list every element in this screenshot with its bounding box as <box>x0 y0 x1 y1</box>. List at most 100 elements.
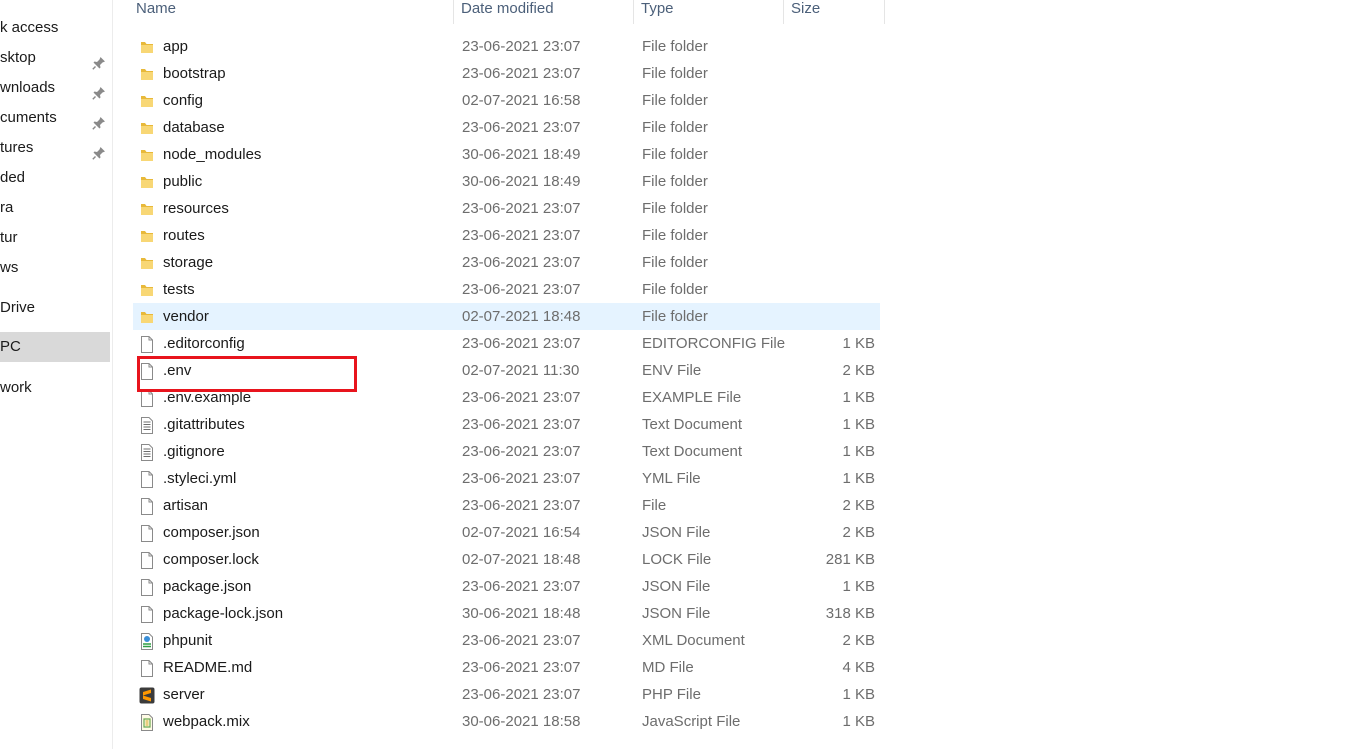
sidebar-item-document[interactable]: cuments <box>0 103 110 133</box>
file-row[interactable]: package.json 23-06-2021 23:07 JSON File 1 K… <box>133 573 880 600</box>
pin-icon[interactable] <box>92 141 106 160</box>
folder-row[interactable]: public 30-06-2021 18:49 File folder <box>133 168 880 195</box>
column-header-date[interactable]: Date modified <box>453 0 634 24</box>
file-name: composer.json <box>163 524 260 541</box>
column-header-name-label: Name <box>136 0 177 17</box>
file-type: File folder <box>642 173 708 190</box>
column-header-size[interactable]: Size <box>783 0 885 24</box>
sidebar-item-cloud[interactable]: Drive <box>0 293 110 323</box>
file-row[interactable]: composer.json 02-07-2021 16:54 JSON File 2 … <box>133 519 880 546</box>
file-row[interactable]: .gitattributes 23-06-2021 23:07 Text Docum… <box>133 411 880 438</box>
file-row[interactable]: .styleci.yml 23-06-2021 23:07 YML File 1 KB <box>133 465 880 492</box>
file-icon <box>139 605 155 623</box>
pin-icon[interactable] <box>92 51 106 70</box>
pin-icon[interactable] <box>92 81 106 100</box>
sidebar-item-network[interactable]: work <box>0 373 110 403</box>
xml-file-icon <box>139 632 155 650</box>
file-row[interactable]: .gitignore 23-06-2021 23:07 Text Document 1… <box>133 438 880 465</box>
sidebar-item-label: k access <box>0 19 59 36</box>
file-icon <box>139 578 155 596</box>
sidebar-item-desktop[interactable]: sktop <box>0 43 110 73</box>
file-size: 2 KB <box>842 632 875 649</box>
file-name: config <box>163 92 204 109</box>
file-row[interactable]: server 23-06-2021 23:07 PHP File 1 KB <box>133 681 880 708</box>
folder-row[interactable]: database 23-06-2021 23:07 File folder <box>133 114 880 141</box>
file-row[interactable]: composer.lock 02-07-2021 18:48 LOCK File 28… <box>133 546 880 573</box>
navigation-pane: k access sktop wnloads cuments tures ded ra tur… <box>0 0 113 749</box>
sidebar-item-label: ra <box>0 199 14 216</box>
folder-icon <box>139 38 155 55</box>
file-name: .gitignore <box>163 443 225 460</box>
folder-row[interactable]: resources 23-06-2021 23:07 File folder <box>133 195 880 222</box>
sidebar-item-label: work <box>0 379 32 396</box>
file-name: resources <box>163 200 229 217</box>
file-name: webpack.mix <box>163 713 250 730</box>
date-modified: 23-06-2021 23:07 <box>462 335 581 352</box>
file-row[interactable]: .editorconfig 23-06-2021 23:07 EDITORCONFI… <box>133 330 880 357</box>
file-row[interactable]: artisan 23-06-2021 23:07 File 2 KB <box>133 492 880 519</box>
file-size: 1 KB <box>842 470 875 487</box>
file-type: File folder <box>642 65 708 82</box>
file-name: README.md <box>163 659 253 676</box>
date-modified: 23-06-2021 23:07 <box>462 443 581 460</box>
column-header-name[interactable]: Name <box>112 0 454 24</box>
file-size: 318 KB <box>825 605 875 622</box>
file-name: public <box>163 173 203 190</box>
folder-icon <box>139 92 155 109</box>
sidebar-item-computer[interactable]: PC <box>0 332 110 362</box>
text-file-icon <box>139 416 155 434</box>
sidebar-item-label: sktop <box>0 49 36 66</box>
folder-row[interactable]: tests 23-06-2021 23:07 File folder <box>133 276 880 303</box>
file-row[interactable]: phpunit 23-06-2021 23:07 XML Document 2 KB <box>133 627 880 654</box>
file-size: 1 KB <box>842 578 875 595</box>
folder-row[interactable]: app 23-06-2021 23:07 File folder <box>133 33 880 60</box>
column-headers: Name Date modified Type Size <box>112 0 886 26</box>
file-size: 1 KB <box>842 416 875 433</box>
file-icon <box>139 551 155 569</box>
column-header-type[interactable]: Type <box>633 0 784 24</box>
file-type: File folder <box>642 308 708 325</box>
file-name: .gitattributes <box>163 416 245 433</box>
folder-row[interactable]: vendor 02-07-2021 18:48 File folder <box>133 303 880 330</box>
file-type: ENV File <box>642 362 702 379</box>
sidebar-item-folder[interactable]: ra <box>0 193 110 223</box>
sidebar-item-folder[interactable]: tur <box>0 223 110 253</box>
file-type: File <box>642 497 667 514</box>
column-header-size-label: Size <box>791 0 821 17</box>
file-row[interactable]: webpack.mix 30-06-2021 18:58 JavaScript Fi… <box>133 708 880 735</box>
file-size: 1 KB <box>842 443 875 460</box>
date-modified: 02-07-2021 11:30 <box>462 362 580 379</box>
file-name: .editorconfig <box>163 335 245 352</box>
date-modified: 23-06-2021 23:07 <box>462 632 581 649</box>
sidebar-item-picture[interactable]: tures <box>0 133 110 163</box>
file-size: 1 KB <box>842 389 875 406</box>
pin-icon[interactable] <box>92 111 106 130</box>
date-modified: 23-06-2021 23:07 <box>462 659 581 676</box>
folder-icon <box>139 308 155 325</box>
file-row[interactable]: package-lock.json 30-06-2021 18:48 JSON Fi… <box>133 600 880 627</box>
file-name: .styleci.yml <box>163 470 237 487</box>
file-icon <box>139 524 155 542</box>
sidebar-item-download[interactable]: wnloads <box>0 73 110 103</box>
file-name: server <box>163 686 205 703</box>
file-type: JSON File <box>642 524 711 541</box>
folder-row[interactable]: routes 23-06-2021 23:07 File folder <box>133 222 880 249</box>
sidebar-item-folder[interactable]: ded <box>0 163 110 193</box>
folder-row[interactable]: node_modules 30-06-2021 18:49 File folder <box>133 141 880 168</box>
file-row[interactable]: README.md 23-06-2021 23:07 MD File 4 KB <box>133 654 880 681</box>
folder-row[interactable]: config 02-07-2021 16:58 File folder <box>133 87 880 114</box>
file-type: JSON File <box>642 605 711 622</box>
file-row[interactable]: .env 02-07-2021 11:30 ENV File 2 KB <box>133 357 880 384</box>
folder-row[interactable]: storage 23-06-2021 23:07 File folder <box>133 249 880 276</box>
sidebar-item-star[interactable]: k access <box>0 13 110 43</box>
file-type: XML Document <box>642 632 745 649</box>
sidebar-item-folder[interactable]: ws <box>0 253 110 283</box>
date-modified: 23-06-2021 23:07 <box>462 686 581 703</box>
file-row[interactable]: .env.example 23-06-2021 23:07 EXAMPLE File… <box>133 384 880 411</box>
file-name: package-lock.json <box>163 605 284 622</box>
date-modified: 23-06-2021 23:07 <box>462 470 581 487</box>
folder-row[interactable]: bootstrap 23-06-2021 23:07 File folder <box>133 60 880 87</box>
date-modified: 23-06-2021 23:07 <box>462 578 581 595</box>
file-type: LOCK File <box>642 551 712 568</box>
folder-icon <box>139 119 155 136</box>
